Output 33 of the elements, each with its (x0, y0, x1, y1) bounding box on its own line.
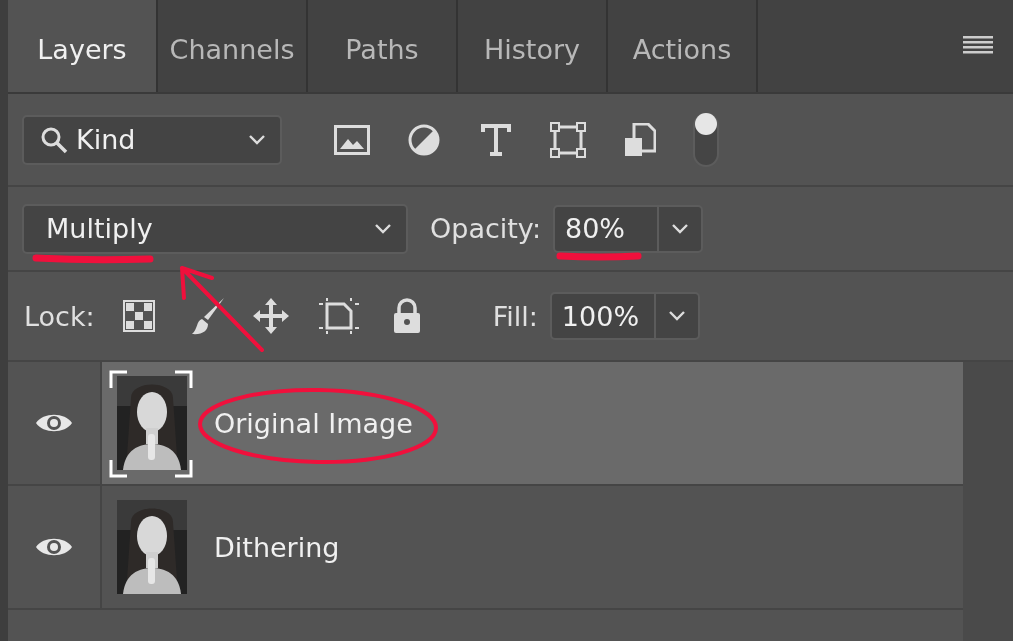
scrollbar-track[interactable] (963, 362, 1013, 641)
image-icon[interactable] (334, 124, 370, 155)
caret-icon (671, 222, 689, 235)
caret-icon (667, 310, 686, 322)
filter-value: Kind (76, 124, 137, 155)
type-icon[interactable] (481, 123, 511, 156)
caret-icon (374, 222, 392, 235)
caret-icon (248, 133, 266, 146)
filter-dropdown[interactable]: Kind (22, 114, 282, 165)
lock-label: Lock: (24, 300, 95, 332)
search-icon (40, 125, 68, 154)
blend-mode-value: Multiply (46, 213, 154, 244)
opacity-label: Opacity: (430, 213, 541, 244)
layer-row[interactable]: Original Image (8, 362, 963, 486)
blend-mode-dropdown[interactable]: Multiply (22, 203, 408, 254)
lock-icon[interactable] (391, 298, 422, 334)
fill-label: Fill: (492, 300, 538, 332)
opacity-field[interactable]: 80% (553, 204, 703, 253)
layer-row[interactable]: Dithering (8, 486, 963, 610)
fill-field[interactable]: 100% (549, 292, 700, 340)
panel-tab[interactable]: Layers (8, 0, 158, 92)
selection-brackets-icon (109, 370, 193, 478)
shape-icon[interactable] (550, 121, 586, 158)
checkerboard-icon[interactable] (122, 300, 155, 332)
visibility-cell[interactable] (8, 362, 102, 484)
half-circle-icon[interactable] (408, 123, 440, 156)
artboard-icon[interactable] (317, 297, 360, 335)
brush-icon[interactable] (191, 296, 226, 336)
smart-object-icon[interactable] (624, 122, 656, 157)
layer-name[interactable]: Dithering (214, 531, 340, 563)
filter-toggle[interactable] (692, 111, 720, 168)
menu-icon[interactable] (963, 36, 993, 56)
layer-name[interactable]: Original Image (214, 407, 413, 439)
